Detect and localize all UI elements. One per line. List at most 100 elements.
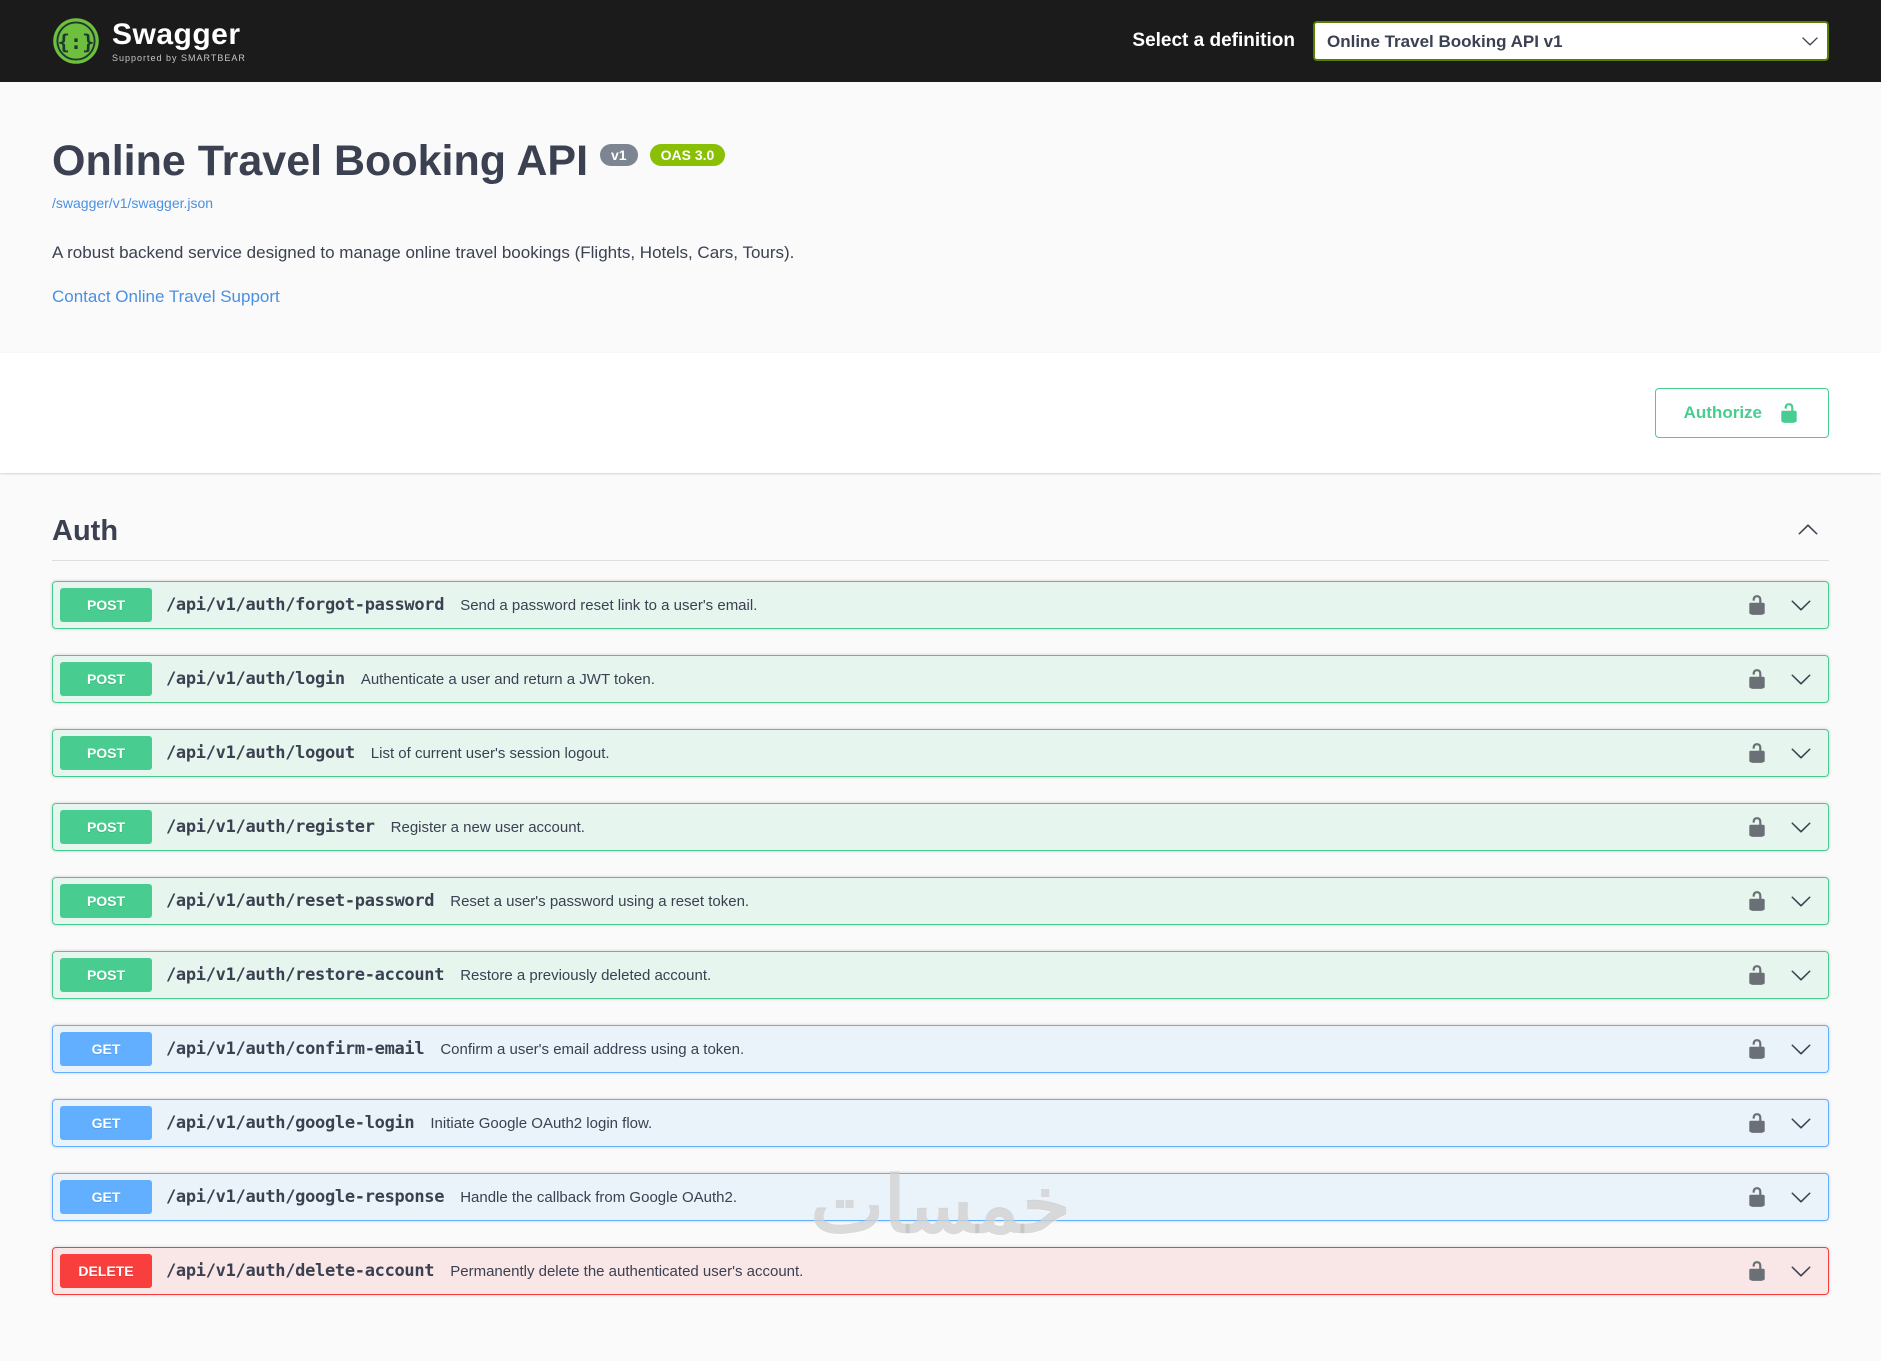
operation-path: /api/v1/auth/google-response [166,1187,445,1208]
auth-lock-button[interactable] [1746,964,1768,986]
unlock-icon [1749,1261,1765,1282]
method-badge: POST [60,588,152,623]
unlock-icon [1749,1039,1765,1060]
auth-lock-button[interactable] [1746,742,1768,764]
method-badge: DELETE [60,1254,152,1289]
operation-path: /api/v1/auth/reset-password [166,891,435,912]
operations-section: Auth POST /api/v1/auth/forgot-password S… [0,473,1881,1361]
expand-operation-button[interactable] [1790,1260,1812,1282]
operation-summary-bar[interactable]: GET /api/v1/auth/google-response Handle … [53,1174,1828,1220]
api-description: A robust backend service designed to man… [52,243,795,263]
operation-row[interactable]: POST /api/v1/auth/restore-account Restor… [52,951,1829,1000]
chevron-down-icon [1791,1266,1811,1277]
operation-path: /api/v1/auth/logout [166,743,355,764]
operation-summary: Handle the callback from Google OAuth2. [460,1188,738,1206]
operations-list: POST /api/v1/auth/forgot-password Send a… [52,581,1829,1296]
expand-operation-button[interactable] [1790,1038,1812,1060]
api-title-text: Online Travel Booking API [52,137,589,185]
method-badge: POST [60,884,152,919]
chevron-down-icon [1791,674,1811,685]
swagger-logo-icon: {:} [53,18,99,64]
operation-row[interactable]: POST /api/v1/auth/forgot-password Send a… [52,581,1829,630]
expand-operation-button[interactable] [1790,668,1812,690]
expand-operation-button[interactable] [1790,1186,1812,1208]
operation-summary-bar[interactable]: GET /api/v1/auth/confirm-email Confirm a… [53,1026,1828,1072]
auth-lock-button[interactable] [1746,1260,1768,1282]
svg-text:{:}: {:} [58,30,95,54]
operation-summary-bar[interactable]: GET /api/v1/auth/google-login Initiate G… [53,1100,1828,1146]
operation-summary: Send a password reset link to a user's e… [460,596,758,614]
auth-lock-button[interactable] [1746,594,1768,616]
method-badge: POST [60,958,152,993]
authorize-button[interactable]: Authorize [1654,388,1829,439]
auth-lock-button[interactable] [1746,1038,1768,1060]
expand-operation-button[interactable] [1790,816,1812,838]
operation-summary-bar[interactable]: POST /api/v1/auth/restore-account Restor… [53,952,1828,998]
tag-title: Auth [52,515,119,548]
authorize-label: Authorize [1683,403,1762,423]
operation-row[interactable]: GET /api/v1/auth/google-login Initiate G… [52,1099,1829,1148]
auth-lock-button[interactable] [1746,1186,1768,1208]
expand-operation-button[interactable] [1790,742,1812,764]
unlock-icon [1749,891,1765,912]
operation-row[interactable]: POST /api/v1/auth/register Register a ne… [52,803,1829,852]
operation-summary: Register a new user account. [390,818,585,836]
chevron-up-icon [1798,524,1818,535]
expand-operation-button[interactable] [1790,890,1812,912]
chevron-down-icon [1791,748,1811,759]
operation-summary: Authenticate a user and return a JWT tok… [360,670,655,688]
operation-row[interactable]: POST /api/v1/auth/login Authenticate a u… [52,655,1829,704]
chevron-down-icon [1791,600,1811,611]
unlock-icon [1749,743,1765,764]
operation-row[interactable]: POST /api/v1/auth/reset-password Reset a… [52,877,1829,926]
spec-json-link[interactable]: /swagger/v1/swagger.json [52,195,213,211]
operation-summary-bar[interactable]: POST /api/v1/auth/register Register a ne… [53,804,1828,850]
operation-summary: Confirm a user's email address using a t… [440,1040,745,1058]
chevron-down-icon [1791,1192,1811,1203]
operation-summary-bar[interactable]: POST /api/v1/auth/login Authenticate a u… [53,656,1828,702]
operation-row[interactable]: GET /api/v1/auth/google-response Handle … [52,1173,1829,1222]
operation-row[interactable]: DELETE /api/v1/auth/delete-account Perma… [52,1247,1829,1296]
expand-operation-button[interactable] [1790,1112,1812,1134]
method-badge: GET [60,1106,152,1141]
method-badge: GET [60,1180,152,1215]
tag-header-auth[interactable]: Auth [52,503,1829,562]
chevron-down-icon [1791,970,1811,981]
api-info-section: Online Travel Booking API v1 OAS 3.0 /sw… [0,82,1881,354]
unlock-icon [1749,669,1765,690]
operation-summary-bar[interactable]: DELETE /api/v1/auth/delete-account Perma… [53,1248,1828,1294]
unlock-icon [1749,595,1765,616]
expand-operation-button[interactable] [1790,594,1812,616]
operation-row[interactable]: POST /api/v1/auth/logout List of current… [52,729,1829,778]
definition-select[interactable]: Online Travel Booking API v1 [1313,21,1829,61]
auth-lock-button[interactable] [1746,668,1768,690]
operation-summary-bar[interactable]: POST /api/v1/auth/logout List of current… [53,730,1828,776]
scheme-container: Authorize [0,353,1881,474]
operation-path: /api/v1/auth/google-login [166,1113,415,1134]
swagger-logo[interactable]: {:} Swagger Supported by SMARTBEAR [52,17,246,65]
oas-badge: OAS 3.0 [649,144,726,166]
expand-operation-button[interactable] [1790,964,1812,986]
operation-summary: Restore a previously deleted account. [460,966,712,984]
chevron-down-icon [1791,1044,1811,1055]
collapse-section-button[interactable] [1793,515,1823,548]
auth-lock-button[interactable] [1746,816,1768,838]
operation-path: /api/v1/auth/delete-account [166,1261,435,1282]
operation-row[interactable]: GET /api/v1/auth/confirm-email Confirm a… [52,1025,1829,1074]
auth-lock-button[interactable] [1746,890,1768,912]
unlock-icon [1781,403,1797,424]
method-badge: POST [60,736,152,771]
operation-path: /api/v1/auth/login [166,669,345,690]
method-badge: GET [60,1032,152,1067]
auth-lock-button[interactable] [1746,1112,1768,1134]
chevron-down-icon [1791,822,1811,833]
chevron-down-icon [1791,1118,1811,1129]
operation-summary: Initiate Google OAuth2 login flow. [430,1114,653,1132]
operation-path: /api/v1/auth/register [166,817,375,838]
logo-subtitle: Supported by SMARTBEAR [112,52,246,63]
operation-path: /api/v1/auth/restore-account [166,965,445,986]
operation-summary-bar[interactable]: POST /api/v1/auth/forgot-password Send a… [53,582,1828,628]
operation-summary-bar[interactable]: POST /api/v1/auth/reset-password Reset a… [53,878,1828,924]
operation-summary: Permanently delete the authenticated use… [450,1262,804,1280]
contact-link[interactable]: Contact Online Travel Support [52,287,280,307]
